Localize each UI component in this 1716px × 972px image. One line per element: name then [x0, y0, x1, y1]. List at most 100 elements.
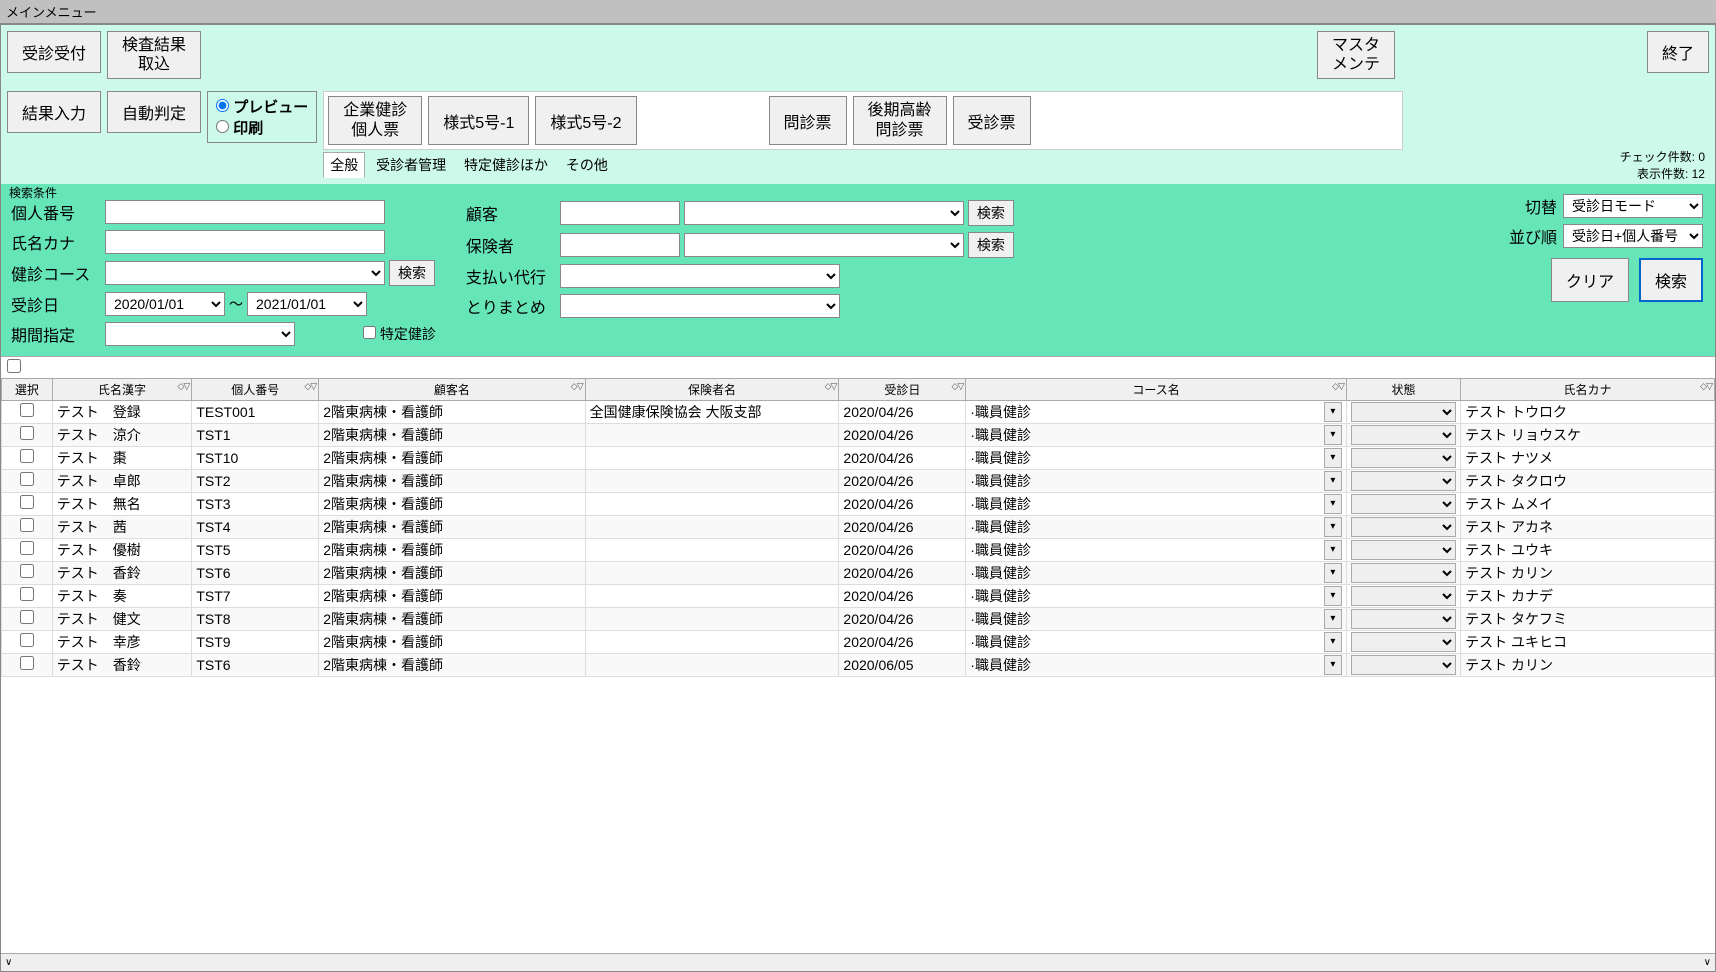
name-kana-input[interactable]	[105, 230, 385, 254]
col-status[interactable]: 状態	[1346, 378, 1460, 400]
cell-status[interactable]	[1346, 515, 1460, 538]
table-row[interactable]: テスト 健文TST82階東病棟・看護師2020/04/26·職員健診▾テスト タ…	[2, 607, 1715, 630]
customer-search-button[interactable]: 検索	[968, 200, 1014, 226]
chevron-down-icon[interactable]: ▾	[1324, 563, 1342, 583]
status-select[interactable]	[1351, 517, 1456, 537]
period-select[interactable]	[105, 322, 295, 346]
row-checkbox[interactable]	[20, 495, 34, 509]
table-row[interactable]: テスト 棗TST102階東病棟・看護師2020/04/26·職員健診▾テスト ナ…	[2, 446, 1715, 469]
chevron-down-icon[interactable]: ▾	[1324, 425, 1342, 445]
form-jushinhyo-button[interactable]: 受診票	[953, 96, 1031, 144]
sort-select[interactable]: 受診日+個人番号	[1563, 224, 1703, 248]
tokutei-checkbox[interactable]: 特定健診	[363, 324, 436, 344]
print-radio-input[interactable]	[216, 120, 229, 133]
sort-filter-icon[interactable]: ◇▽	[951, 381, 963, 392]
chevron-down-icon[interactable]: ▾	[1324, 586, 1342, 606]
status-select[interactable]	[1351, 563, 1456, 583]
cell-status[interactable]	[1346, 607, 1460, 630]
reception-button[interactable]: 受診受付	[7, 31, 101, 73]
form-style5-2-button[interactable]: 様式5号-2	[535, 96, 636, 144]
summary-select[interactable]	[560, 294, 840, 318]
sort-filter-icon[interactable]: ◇▽	[825, 381, 837, 392]
col-name-kanji[interactable]: 氏名漢字◇▽	[52, 378, 192, 400]
col-select[interactable]: 選択	[2, 378, 53, 400]
sort-filter-icon[interactable]: ◇▽	[177, 381, 189, 392]
row-checkbox[interactable]	[20, 426, 34, 440]
status-select[interactable]	[1351, 494, 1456, 514]
select-all-checkbox[interactable]	[7, 359, 21, 373]
chevron-down-icon[interactable]: ▾	[1324, 448, 1342, 468]
insurer-select[interactable]	[684, 233, 964, 257]
status-select[interactable]	[1351, 425, 1456, 445]
tab-other[interactable]: その他	[559, 152, 615, 178]
col-customer-name[interactable]: 顧客名◇▽	[319, 378, 585, 400]
table-row[interactable]: テスト 涼介TST12階東病棟・看護師2020/04/26·職員健診▾テスト リ…	[2, 423, 1715, 446]
cell-status[interactable]	[1346, 446, 1460, 469]
preview-radio-input[interactable]	[216, 99, 229, 112]
table-row[interactable]: テスト 無名TST32階東病棟・看護師2020/04/26·職員健診▾テスト ム…	[2, 492, 1715, 515]
status-select[interactable]	[1351, 586, 1456, 606]
tab-tokutei[interactable]: 特定健診ほか	[457, 152, 555, 178]
customer-code-input[interactable]	[560, 201, 680, 225]
personal-no-input[interactable]	[105, 200, 385, 224]
cell-status[interactable]	[1346, 492, 1460, 515]
table-row[interactable]: テスト 奏TST72階東病棟・看護師2020/04/26·職員健診▾テスト カナ…	[2, 584, 1715, 607]
cell-status[interactable]	[1346, 400, 1460, 423]
search-button[interactable]: 検索	[1639, 258, 1703, 302]
result-entry-button[interactable]: 結果入力	[7, 91, 101, 133]
preview-radio[interactable]: プレビュー	[216, 96, 308, 117]
cell-status[interactable]	[1346, 469, 1460, 492]
course-search-button[interactable]: 検索	[389, 260, 435, 286]
status-select[interactable]	[1351, 540, 1456, 560]
chevron-down-icon[interactable]: ▾	[1324, 609, 1342, 629]
table-row[interactable]: テスト 幸彦TST92階東病棟・看護師2020/04/26·職員健診▾テスト ユ…	[2, 630, 1715, 653]
chevron-down-icon[interactable]: ▾	[1324, 494, 1342, 514]
row-checkbox[interactable]	[20, 518, 34, 532]
status-select[interactable]	[1351, 402, 1456, 422]
col-course-name[interactable]: コース名◇▽	[966, 378, 1347, 400]
master-maint-button[interactable]: マスタ メンテ	[1317, 31, 1395, 79]
pay-agent-select[interactable]	[560, 264, 840, 288]
row-checkbox[interactable]	[20, 449, 34, 463]
customer-select[interactable]	[684, 201, 964, 225]
tab-patient-mgmt[interactable]: 受診者管理	[369, 152, 453, 178]
col-exam-date[interactable]: 受診日◇▽	[839, 378, 966, 400]
exit-button[interactable]: 終了	[1647, 31, 1709, 73]
cell-status[interactable]	[1346, 561, 1460, 584]
form-kigyo-button[interactable]: 企業健診 個人票	[328, 96, 422, 144]
insurer-search-button[interactable]: 検索	[968, 232, 1014, 258]
row-checkbox[interactable]	[20, 610, 34, 624]
col-name-kana[interactable]: 氏名カナ◇▽	[1461, 378, 1715, 400]
row-checkbox[interactable]	[20, 564, 34, 578]
auto-judge-button[interactable]: 自動判定	[107, 91, 201, 133]
date-to-select[interactable]: 2021/01/01	[247, 292, 367, 316]
table-row[interactable]: テスト 香鈴TST62階東病棟・看護師2020/04/26·職員健診▾テスト カ…	[2, 561, 1715, 584]
scroll-right-icon[interactable]: ∨	[1704, 957, 1711, 968]
row-checkbox[interactable]	[20, 403, 34, 417]
date-from-select[interactable]: 2020/01/01	[105, 292, 225, 316]
import-results-button[interactable]: 検査結果 取込	[107, 31, 201, 79]
status-select[interactable]	[1351, 448, 1456, 468]
clear-button[interactable]: クリア	[1551, 258, 1629, 302]
course-select[interactable]	[105, 261, 385, 285]
tab-general[interactable]: 全般	[323, 152, 365, 178]
switch-select[interactable]: 受診日モード	[1563, 194, 1703, 218]
status-select[interactable]	[1351, 609, 1456, 629]
chevron-down-icon[interactable]: ▾	[1324, 471, 1342, 491]
col-insurer-name[interactable]: 保険者名◇▽	[585, 378, 839, 400]
cell-status[interactable]	[1346, 630, 1460, 653]
row-checkbox[interactable]	[20, 656, 34, 670]
table-row[interactable]: テスト 卓郎TST22階東病棟・看護師2020/04/26·職員健診▾テスト タ…	[2, 469, 1715, 492]
row-checkbox[interactable]	[20, 541, 34, 555]
table-row[interactable]: テスト 登録TEST0012階東病棟・看護師全国健康保険協会 大阪支部2020/…	[2, 400, 1715, 423]
cell-status[interactable]	[1346, 423, 1460, 446]
insurer-code-input[interactable]	[560, 233, 680, 257]
chevron-down-icon[interactable]: ▾	[1324, 540, 1342, 560]
row-checkbox[interactable]	[20, 587, 34, 601]
print-radio[interactable]: 印刷	[216, 117, 308, 138]
chevron-down-icon[interactable]: ▾	[1324, 517, 1342, 537]
form-style5-1-button[interactable]: 様式5号-1	[428, 96, 529, 144]
table-row[interactable]: テスト 茜TST42階東病棟・看護師2020/04/26·職員健診▾テスト アカ…	[2, 515, 1715, 538]
row-checkbox[interactable]	[20, 633, 34, 647]
chevron-down-icon[interactable]: ▾	[1324, 655, 1342, 675]
